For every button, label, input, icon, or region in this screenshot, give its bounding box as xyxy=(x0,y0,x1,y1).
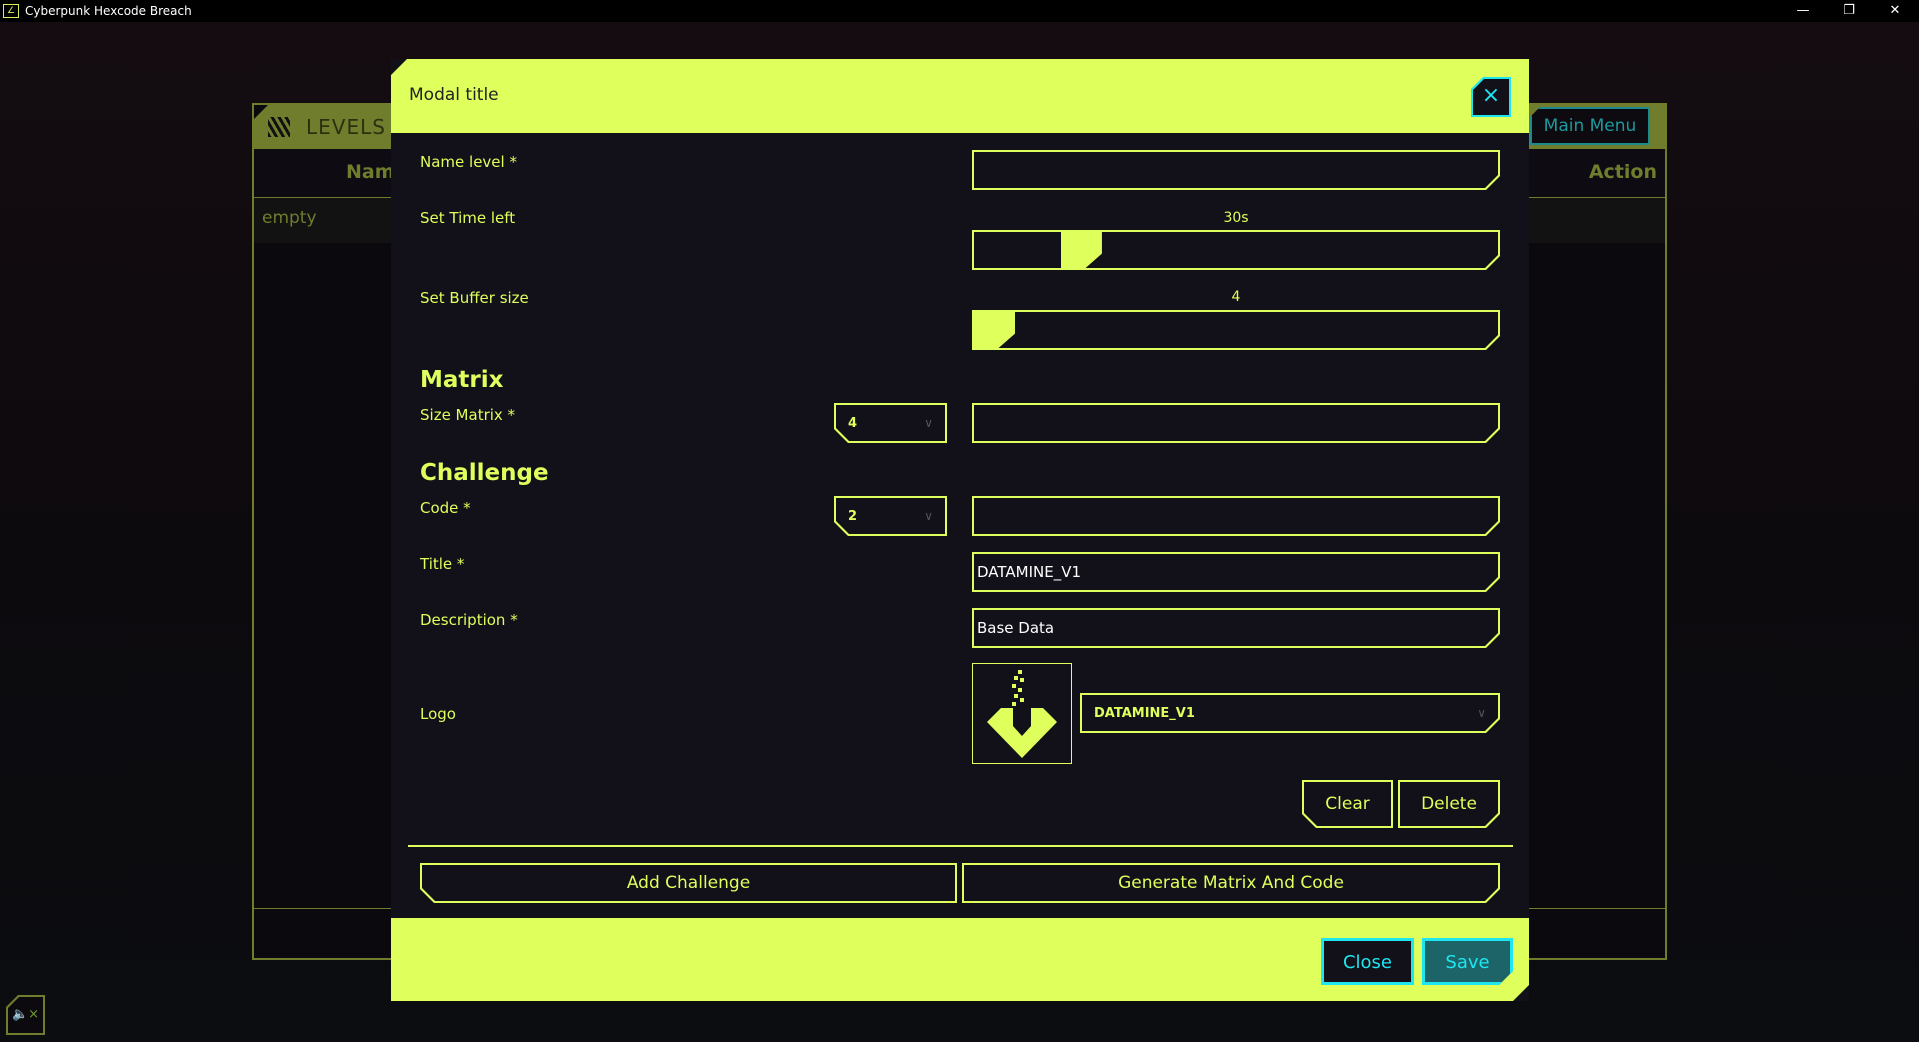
description-input[interactable]: Base Data xyxy=(972,608,1500,648)
column-action: Action xyxy=(1588,161,1657,183)
datamine-logo-icon xyxy=(987,670,1057,758)
size-matrix-label: Size Matrix * xyxy=(420,406,516,424)
time-left-slider[interactable] xyxy=(972,230,1500,270)
window-title: Cyberpunk Hexcode Breach xyxy=(25,4,192,18)
title-label: Title * xyxy=(420,555,465,573)
chevron-down-icon: ∨ xyxy=(924,509,933,523)
clear-button[interactable]: Clear xyxy=(1302,780,1393,828)
mute-icon: 🔈× xyxy=(8,997,43,1033)
code-input[interactable] xyxy=(972,496,1500,536)
matrix-heading: Matrix xyxy=(420,367,504,393)
main-menu-button[interactable]: Main Menu xyxy=(1530,107,1650,145)
modal-close-button[interactable]: × xyxy=(1471,77,1511,117)
logo-select[interactable]: DATAMINE_V1 ∨ xyxy=(1080,693,1500,733)
buffer-size-value: 4 xyxy=(1231,289,1241,305)
save-button[interactable]: Save xyxy=(1422,938,1513,985)
name-level-input[interactable] xyxy=(972,150,1500,190)
generate-matrix-button[interactable]: Generate Matrix And Code xyxy=(962,863,1500,903)
modal-title: Modal title xyxy=(409,85,499,105)
delete-button[interactable]: Delete xyxy=(1398,780,1500,828)
challenge-heading: Challenge xyxy=(420,460,549,486)
empty-text: empty xyxy=(262,208,317,228)
time-left-label: Set Time left xyxy=(420,209,516,227)
add-challenge-button[interactable]: Add Challenge xyxy=(420,863,957,903)
matrix-input[interactable] xyxy=(972,403,1500,443)
minimize-button[interactable]: — xyxy=(1780,0,1826,22)
logo-label: Logo xyxy=(420,705,456,723)
buffer-size-slider[interactable] xyxy=(972,310,1500,350)
levels-icon xyxy=(268,117,290,137)
modal-header: Modal title xyxy=(391,59,1529,133)
buffer-size-label: Set Buffer size xyxy=(420,289,529,307)
logo-preview xyxy=(972,663,1072,764)
window-close-button[interactable]: ✕ xyxy=(1872,0,1918,22)
title-input[interactable]: DATAMINE_V1 xyxy=(972,552,1500,592)
code-label: Code * xyxy=(420,499,471,517)
slider-thumb[interactable] xyxy=(1061,232,1102,268)
divider xyxy=(408,845,1513,847)
restore-button[interactable]: ❐ xyxy=(1826,0,1872,22)
description-label: Description * xyxy=(420,611,518,629)
app-icon: ∠ xyxy=(3,4,19,18)
code-select[interactable]: 2 ∨ xyxy=(834,496,947,536)
close-icon: × xyxy=(1473,79,1509,115)
slider-thumb[interactable] xyxy=(974,312,1015,348)
name-level-label: Name level * xyxy=(420,153,517,171)
chevron-down-icon: ∨ xyxy=(924,416,933,430)
time-left-value: 30s xyxy=(1223,210,1249,226)
chevron-down-icon: ∨ xyxy=(1477,706,1486,720)
title-bar: ∠ Cyberpunk Hexcode Breach xyxy=(0,0,1919,22)
size-matrix-select[interactable]: 4 ∨ xyxy=(834,403,947,443)
close-button[interactable]: Close xyxy=(1321,938,1414,985)
levels-title: LEVELS xyxy=(306,115,386,139)
modal: Modal title × Name level * Set Time left… xyxy=(391,59,1529,1001)
